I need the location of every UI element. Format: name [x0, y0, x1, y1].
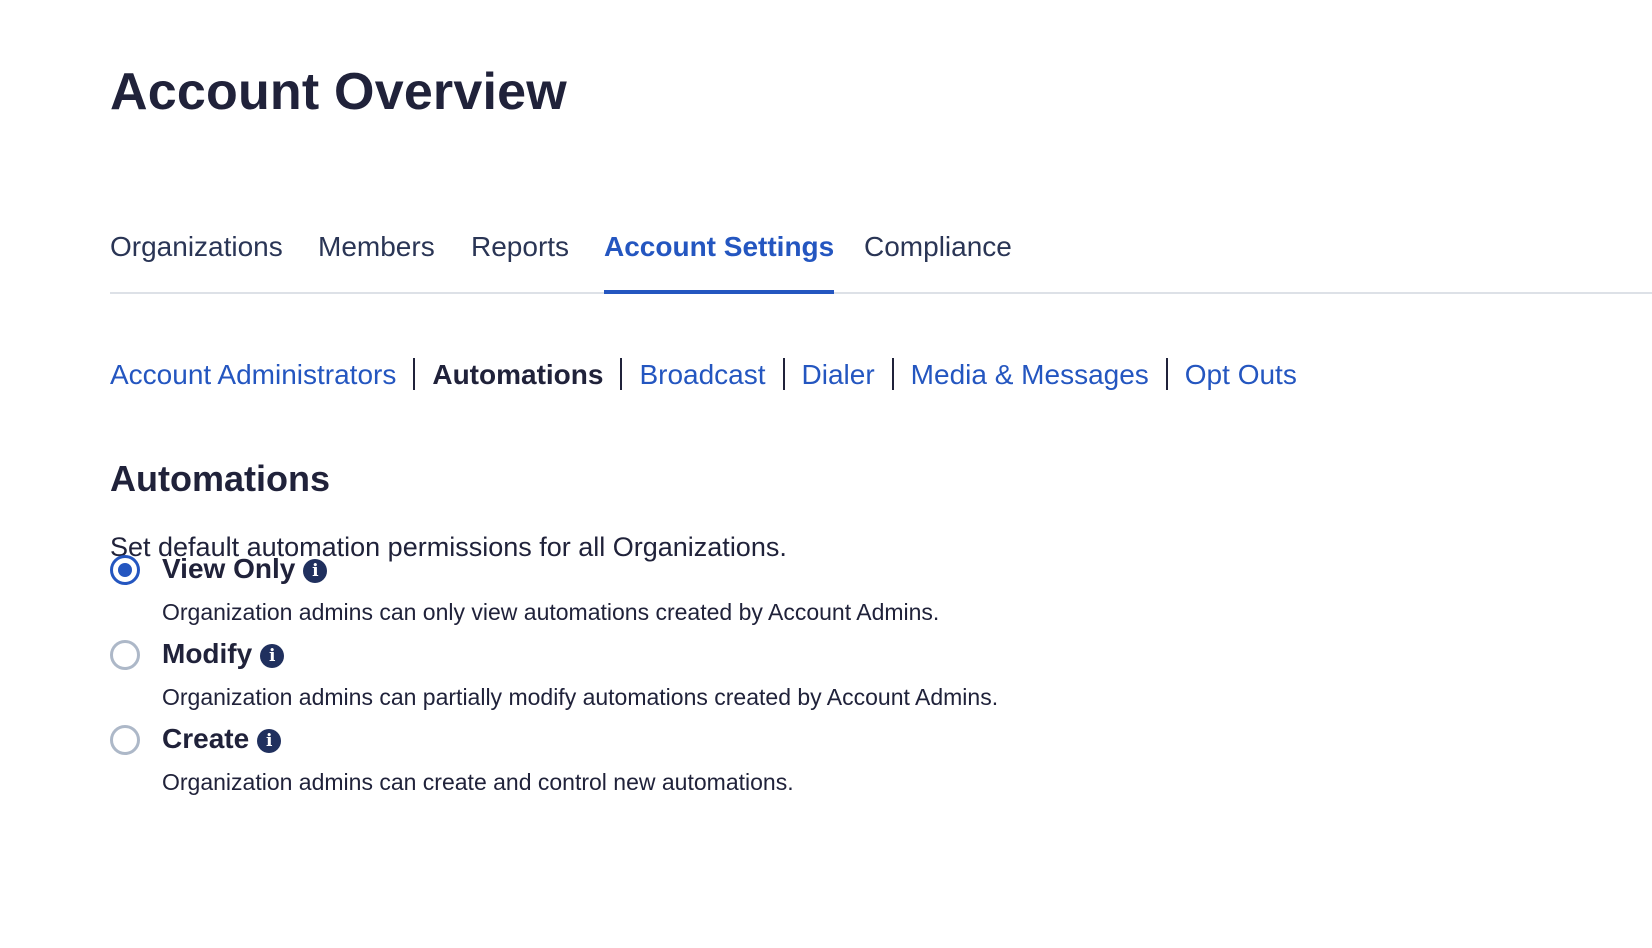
modify-radio[interactable] [110, 640, 140, 670]
settings-subnav: Account Administrators Automations Broadca… [110, 354, 1297, 396]
create-label[interactable]: Create [162, 723, 249, 754]
subnav-dialer[interactable]: Dialer [802, 354, 875, 396]
section-title: Automations [110, 458, 330, 499]
info-icon[interactable]: i [257, 729, 282, 753]
option-label-row: Modify i [162, 634, 285, 674]
info-icon[interactable]: i [260, 644, 285, 668]
option-label-row: View Only i [162, 549, 328, 589]
subnav-opt-outs[interactable]: Opt Outs [1185, 354, 1297, 396]
tab-reports[interactable]: Reports [471, 226, 569, 292]
view-only-radio[interactable] [110, 555, 140, 585]
subnav-separator [413, 358, 416, 390]
subnav-automations: Automations [432, 359, 604, 390]
modify-help-text: Organization admins can partially modify… [162, 684, 999, 710]
subnav-account-administrators[interactable]: Account Administrators [110, 354, 396, 396]
modify-label[interactable]: Modify [162, 638, 252, 669]
tab-members[interactable]: Members [318, 226, 435, 292]
tab-compliance[interactable]: Compliance [864, 226, 1012, 292]
info-icon[interactable]: i [303, 559, 328, 583]
tab-organizations[interactable]: Organizations [110, 226, 283, 292]
create-help-text: Organization admins can create and contr… [162, 769, 794, 795]
subnav-separator [782, 358, 785, 390]
page-title: Account Overview [110, 63, 567, 121]
subnav-separator [891, 358, 894, 390]
option-label-row: Create i [162, 719, 282, 759]
tab-account-settings[interactable]: Account Settings [604, 226, 835, 294]
create-radio[interactable] [110, 725, 140, 755]
view-only-help-text: Organization admins can only view automa… [162, 599, 940, 625]
subnav-broadcast[interactable]: Broadcast [639, 354, 765, 396]
subnav-media-messages[interactable]: Media & Messages [911, 354, 1149, 396]
primary-tabs: Organizations Members Reports Account Se… [110, 226, 1652, 294]
view-only-label[interactable]: View Only [162, 553, 295, 584]
subnav-separator [620, 358, 623, 390]
subnav-separator [1165, 358, 1168, 390]
